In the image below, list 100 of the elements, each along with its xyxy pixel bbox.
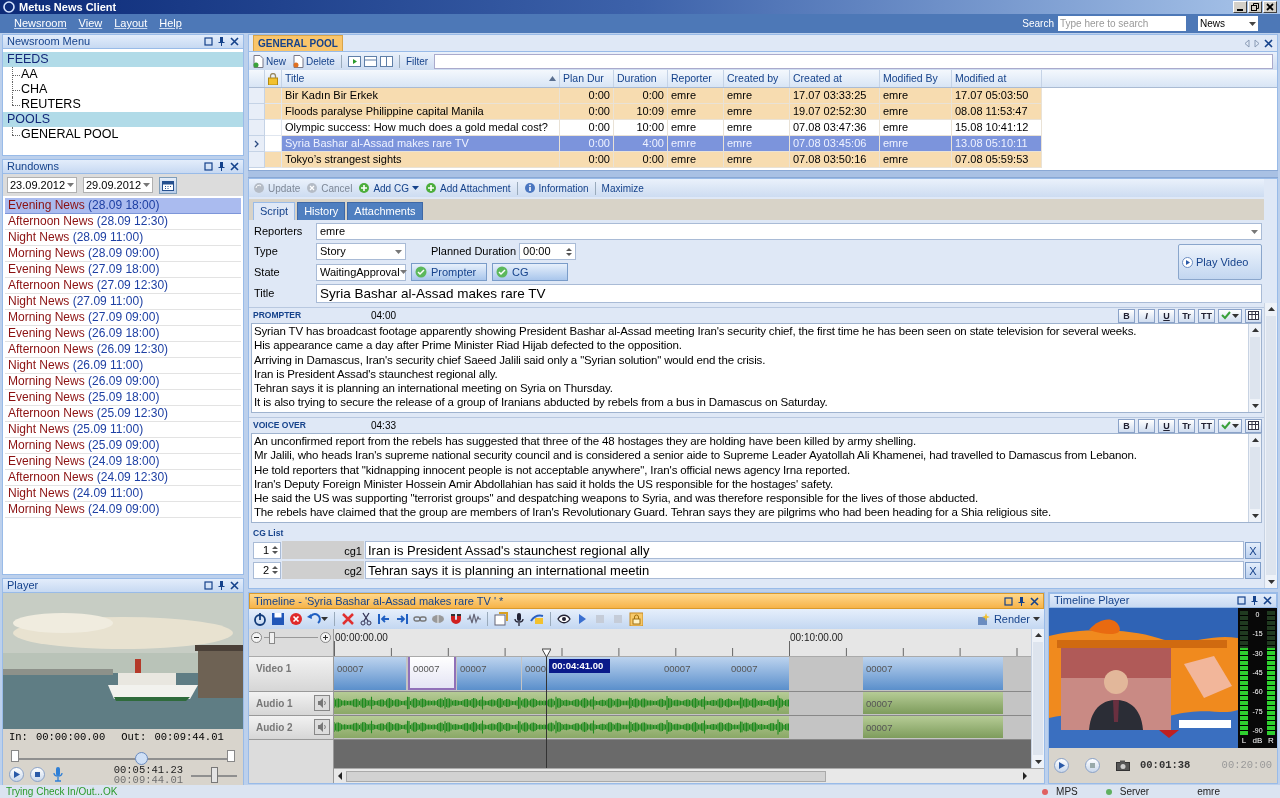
- restore-icon[interactable]: [204, 37, 213, 46]
- scroll-up-icon[interactable]: [1252, 438, 1259, 442]
- tab[interactable]: Script: [253, 202, 296, 220]
- spin-icon[interactable]: [272, 565, 278, 575]
- rundown-item[interactable]: Morning News (25.09 09:00): [5, 438, 241, 454]
- date-field[interactable]: 23.09.2012: [7, 177, 77, 193]
- zoom-slider[interactable]: [264, 632, 318, 644]
- format-button[interactable]: TT: [1198, 418, 1215, 433]
- view-button[interactable]: [347, 55, 361, 67]
- filter-field[interactable]: [434, 53, 1273, 69]
- close-icon[interactable]: [1264, 38, 1273, 48]
- close-icon[interactable]: [1263, 596, 1272, 605]
- caret-icon[interactable]: [321, 617, 328, 621]
- volume-thumb[interactable]: [211, 766, 218, 783]
- rundown-item[interactable]: Night News (26.09 11:00): [5, 358, 241, 374]
- scroll-down-icon[interactable]: [1268, 580, 1275, 584]
- scroll-up-icon[interactable]: [1252, 328, 1259, 332]
- scope-dropdown[interactable]: News: [1198, 16, 1258, 31]
- caret-icon[interactable]: [411, 186, 419, 190]
- toolbar-button[interactable]: [359, 612, 373, 626]
- spellcheck-button[interactable]: [1218, 308, 1242, 323]
- scrollbar[interactable]: [334, 768, 1044, 783]
- pin-icon[interactable]: [217, 37, 226, 46]
- format-button[interactable]: Tr: [1178, 418, 1195, 433]
- video-clip[interactable]: 00007: [408, 657, 456, 690]
- rundown-item[interactable]: Night News (28.09 11:00): [5, 230, 241, 246]
- in-marker[interactable]: [11, 749, 19, 762]
- column-header[interactable]: Created at: [790, 70, 880, 87]
- scrollbar[interactable]: [1248, 434, 1261, 522]
- toolbar-button[interactable]: [271, 612, 285, 626]
- spin-icon[interactable]: [272, 545, 278, 555]
- caret-icon[interactable]: [1232, 313, 1239, 318]
- column-header[interactable]: Plan Dur: [560, 70, 614, 87]
- rundown-item[interactable]: Afternoon News (28.09 12:30): [5, 214, 241, 230]
- close-icon[interactable]: [230, 37, 239, 46]
- tree-item[interactable]: FEEDS: [3, 52, 243, 67]
- format-button[interactable]: Tr: [1178, 308, 1195, 323]
- minimize-button[interactable]: [1233, 1, 1247, 13]
- pin-icon[interactable]: [1250, 596, 1259, 605]
- stop-button[interactable]: [30, 767, 45, 783]
- format-button[interactable]: TT: [1198, 308, 1215, 323]
- number-field[interactable]: 2: [253, 561, 281, 579]
- action-button[interactable]: Add CG: [358, 180, 419, 196]
- scrollbar[interactable]: [1031, 629, 1044, 768]
- column-header[interactable]: Duration: [614, 70, 668, 87]
- scroll-down-icon[interactable]: [1252, 404, 1259, 408]
- scrollbar[interactable]: [1264, 303, 1277, 588]
- table-button[interactable]: [1245, 308, 1262, 323]
- scroll-down-icon[interactable]: [1252, 514, 1259, 518]
- tree-item[interactable]: AA: [21, 67, 38, 82]
- rundown-item[interactable]: Morning News (27.09 09:00): [5, 310, 241, 326]
- action-button[interactable]: Add Attachment: [424, 180, 511, 196]
- column-header[interactable]: Modified at: [952, 70, 1042, 87]
- menu-item[interactable]: Newsroom: [14, 15, 67, 32]
- view-button[interactable]: [363, 55, 377, 67]
- pin-icon[interactable]: [1017, 596, 1026, 606]
- render-button[interactable]: Render: [976, 610, 1040, 628]
- scrollbar[interactable]: [1248, 324, 1261, 412]
- action-button[interactable]: Information: [523, 180, 589, 196]
- format-button[interactable]: I: [1138, 308, 1155, 323]
- tree-item[interactable]: GENERAL POOL: [21, 127, 119, 142]
- scroll-up-icon[interactable]: [1268, 307, 1275, 311]
- tree-item[interactable]: POOLS: [3, 112, 243, 127]
- rundown-item[interactable]: Afternoon News (27.09 12:30): [5, 278, 241, 294]
- rundown-item[interactable]: Evening News (25.09 18:00): [5, 390, 241, 406]
- view-button[interactable]: [379, 55, 393, 67]
- tab[interactable]: GENERAL POOL: [253, 35, 343, 51]
- format-button[interactable]: U: [1158, 418, 1175, 433]
- remove-button[interactable]: X: [1245, 541, 1261, 559]
- caret-icon[interactable]: [1232, 423, 1239, 428]
- scroll-up-icon[interactable]: [1035, 633, 1042, 637]
- zoom-thumb[interactable]: [269, 632, 276, 644]
- toolbar-button[interactable]: [307, 612, 328, 626]
- remove-button[interactable]: X: [1245, 561, 1261, 579]
- title-field[interactable]: Syria Bashar al-Assad makes rare TV: [316, 284, 1262, 303]
- cg-text-field[interactable]: Tehran says it is planning an international meetin: [365, 561, 1244, 579]
- tree-item[interactable]: CHA: [21, 82, 48, 97]
- audio-clip[interactable]: 00007: [863, 716, 1003, 738]
- toolbar-button[interactable]: [253, 612, 267, 626]
- rundown-item[interactable]: Evening News (24.09 18:00): [5, 454, 241, 470]
- toggle-button[interactable]: Prompter: [411, 263, 487, 281]
- caret-icon[interactable]: [1249, 21, 1256, 26]
- volume-slider[interactable]: [191, 765, 237, 784]
- column-header[interactable]: Reporter: [668, 70, 724, 87]
- rundown-item[interactable]: Morning News (24.09 09:00): [5, 502, 241, 518]
- state-dropdown[interactable]: WaitingApproval: [316, 263, 406, 281]
- toolbar-button[interactable]: [512, 612, 526, 626]
- delete-button[interactable]: Delete: [293, 53, 335, 69]
- tree-item[interactable]: REUTERS: [21, 97, 81, 112]
- video-clip[interactable]: 00007: [661, 657, 728, 690]
- restore-icon[interactable]: [204, 581, 213, 590]
- column-header[interactable]: Modified By: [880, 70, 952, 87]
- scroll-left-icon[interactable]: [338, 772, 342, 780]
- scroll-down-icon[interactable]: [1035, 760, 1042, 764]
- menu-item[interactable]: Layout: [114, 15, 148, 32]
- scroll-right-icon[interactable]: [1023, 772, 1027, 780]
- toolbar-button[interactable]: [449, 612, 463, 626]
- rundown-item[interactable]: Evening News (28.09 18:00): [5, 198, 241, 214]
- type-dropdown[interactable]: Story: [316, 243, 406, 260]
- audio-clip[interactable]: 00007: [863, 692, 1003, 714]
